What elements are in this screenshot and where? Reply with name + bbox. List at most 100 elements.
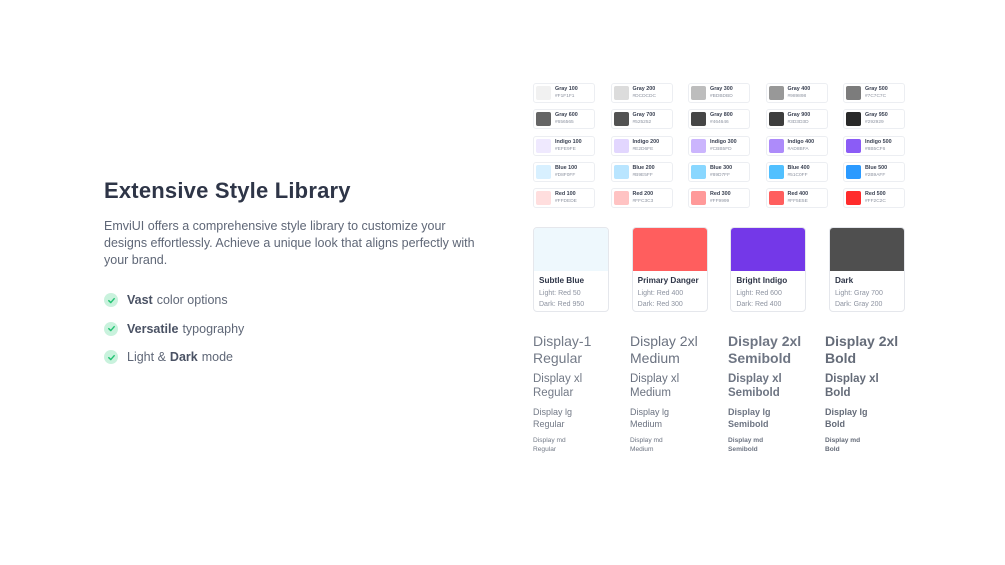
swatch-chip	[536, 164, 551, 179]
swatch-name: Gray 300	[710, 86, 733, 92]
swatch-hex: #AD8BFA	[787, 146, 809, 152]
swatch-name: Red 200	[632, 191, 654, 198]
type-sample: Display 2xl Semibold	[728, 333, 823, 372]
swatch-text: Indigo 200 #E2D6FE	[633, 139, 660, 153]
card-name: Primary Danger	[637, 276, 699, 285]
swatch-chip	[846, 112, 861, 127]
type-sample: Display xl Semibold	[728, 372, 823, 407]
type-weight-label: Regular	[533, 387, 574, 399]
swatch-text: Red 100 #FFDEDE	[555, 191, 577, 205]
color-card[interactable]: Bright Indigo Light: Red 600 Dark: Red 400	[730, 227, 807, 312]
swatch-text: Red 500 #FF2C2C	[865, 191, 886, 205]
swatch-text: Gray 400 #989898	[788, 86, 811, 100]
swatch-name: Gray 200	[632, 86, 656, 92]
color-swatch[interactable]: Blue 400 #51C0FF	[765, 161, 828, 182]
swatch-hex: #FF5E5E	[787, 199, 808, 205]
swatch-name: Gray 950	[865, 112, 888, 119]
color-card[interactable]: Subtle Blue Light: Red 50 Dark: Red 950	[533, 227, 609, 312]
swatch-chip	[691, 164, 706, 179]
color-swatch[interactable]: Red 100 #FFDEDE	[533, 188, 595, 209]
swatch-chip	[768, 112, 784, 127]
card-color-preview	[534, 228, 608, 271]
color-swatch[interactable]: Red 500 #FF2C2C	[843, 188, 905, 209]
swatch-name: Blue 300	[710, 164, 733, 171]
color-swatch[interactable]: Gray 700 #525252	[610, 109, 673, 130]
color-swatch[interactable]: Gray 900 #3D3D3D	[765, 109, 828, 130]
color-swatch[interactable]: Red 200 #FFC3C3	[610, 188, 673, 209]
swatch-hex: #89D7FF	[710, 172, 730, 178]
swatch-name: Blue 100	[555, 164, 578, 171]
swatch-chip	[768, 86, 784, 100]
swatch-chip	[768, 164, 784, 179]
typography-column: Display-1 Regular Display xl Regular Display…	[533, 333, 628, 454]
swatch-hex: #3D3D3D	[787, 120, 809, 126]
type-size-label: Display xl	[630, 373, 680, 385]
color-swatch[interactable]: Indigo 500 #8B5CF6	[843, 135, 905, 156]
color-swatch[interactable]: Red 300 #FF9999	[688, 188, 750, 209]
color-swatch[interactable]: Gray 800 #464646	[688, 109, 750, 130]
card-name: Subtle Blue	[539, 276, 585, 285]
swatch-hex: #DCDCDC	[632, 94, 656, 99]
swatch-hex: #CBB5FD	[710, 146, 732, 152]
swatch-chip	[846, 138, 861, 153]
check-icon	[104, 293, 118, 307]
swatch-hex: #FF2C2C	[865, 199, 886, 205]
color-swatch[interactable]: Gray 100 #F1F1F1	[533, 83, 595, 103]
type-sample: Display md Medium	[630, 436, 725, 454]
swatch-row: Indigo 100 #EFE9FE Indigo 200 #E2D6FE Indigo…	[533, 135, 905, 156]
feature-bold: Dark	[169, 350, 198, 364]
feature-item: Vast color options	[104, 291, 484, 309]
card-light-value: Light: Red 50	[539, 290, 581, 297]
swatch-name: Gray 400	[787, 86, 811, 92]
swatch-hex: #51C0FF	[787, 172, 808, 178]
type-size-label: Display md	[533, 437, 566, 444]
type-size-label: Display lg	[825, 407, 868, 417]
swatch-hex: #989898	[787, 94, 807, 99]
swatch-text: Blue 200 #B9E5FF	[633, 165, 655, 179]
color-swatch[interactable]: Blue 100 #D8F0FF	[533, 161, 595, 182]
swatch-text: Indigo 100 #EFE9FE	[555, 139, 582, 153]
color-card[interactable]: Primary Danger Light: Red 400 Dark: Red 30…	[631, 227, 708, 312]
type-sample: Display lg Bold	[825, 407, 920, 436]
swatch-name: Red 500	[865, 191, 886, 198]
type-size-label: Display lg	[630, 407, 670, 417]
feature-bold: Vast	[127, 293, 153, 307]
swatch-text: Gray 700 #525252	[633, 112, 656, 126]
type-weight-label: Semibold	[728, 349, 792, 366]
swatch-hex: #E2D6FE	[632, 146, 654, 152]
feature-list: Vast color options Versatile typography …	[104, 291, 484, 366]
feature-text: color options	[156, 293, 228, 307]
color-swatch[interactable]: Indigo 100 #EFE9FE	[533, 135, 595, 156]
color-swatch[interactable]: Gray 950 #292929	[843, 109, 905, 130]
color-swatch[interactable]: Gray 300 #BDBDBD	[688, 83, 750, 103]
swatch-hex: #656565	[555, 120, 574, 126]
swatch-name: Indigo 100	[555, 138, 582, 145]
swatch-hex: #2B9AFF	[865, 172, 886, 178]
color-swatch[interactable]: Gray 200 #DCDCDC	[610, 83, 673, 103]
swatch-text: Gray 500 #7C7C7C	[865, 86, 888, 100]
type-weight-label: Regular	[533, 418, 565, 429]
color-swatch[interactable]: Indigo 300 #CBB5FD	[688, 135, 750, 156]
color-swatch[interactable]: Indigo 200 #E2D6FE	[610, 135, 673, 156]
color-card[interactable]: Dark Light: Gray 700 Dark: Gray 200	[828, 227, 905, 312]
type-weight-label: Semibold	[728, 446, 758, 453]
swatch-name: Indigo 200	[632, 138, 660, 145]
swatch-name: Indigo 400	[787, 138, 815, 145]
swatch-name: Gray 500	[865, 86, 888, 92]
swatch-chip	[613, 86, 629, 100]
color-swatch[interactable]: Blue 200 #B9E5FF	[610, 161, 673, 182]
swatch-chip	[691, 86, 706, 100]
color-swatch[interactable]: Blue 500 #2B9AFF	[843, 161, 905, 182]
type-sample: Display 2xl Bold	[825, 333, 920, 372]
color-swatch[interactable]: Gray 400 #989898	[765, 83, 828, 103]
color-swatch[interactable]: Red 400 #FF5E5E	[765, 188, 828, 209]
color-swatch[interactable]: Indigo 400 #AD8BFA	[765, 135, 828, 156]
color-swatch[interactable]: Gray 500 #7C7C7C	[843, 83, 905, 103]
color-swatch[interactable]: Blue 300 #89D7FF	[688, 161, 750, 182]
card-dark-value: Dark: Gray 200	[834, 300, 883, 308]
swatch-chip	[691, 112, 706, 127]
swatch-chip	[536, 112, 551, 127]
swatch-name: Indigo 300	[710, 138, 737, 145]
color-swatch[interactable]: Gray 600 #656565	[533, 109, 595, 130]
feature-text: typography	[182, 321, 245, 336]
